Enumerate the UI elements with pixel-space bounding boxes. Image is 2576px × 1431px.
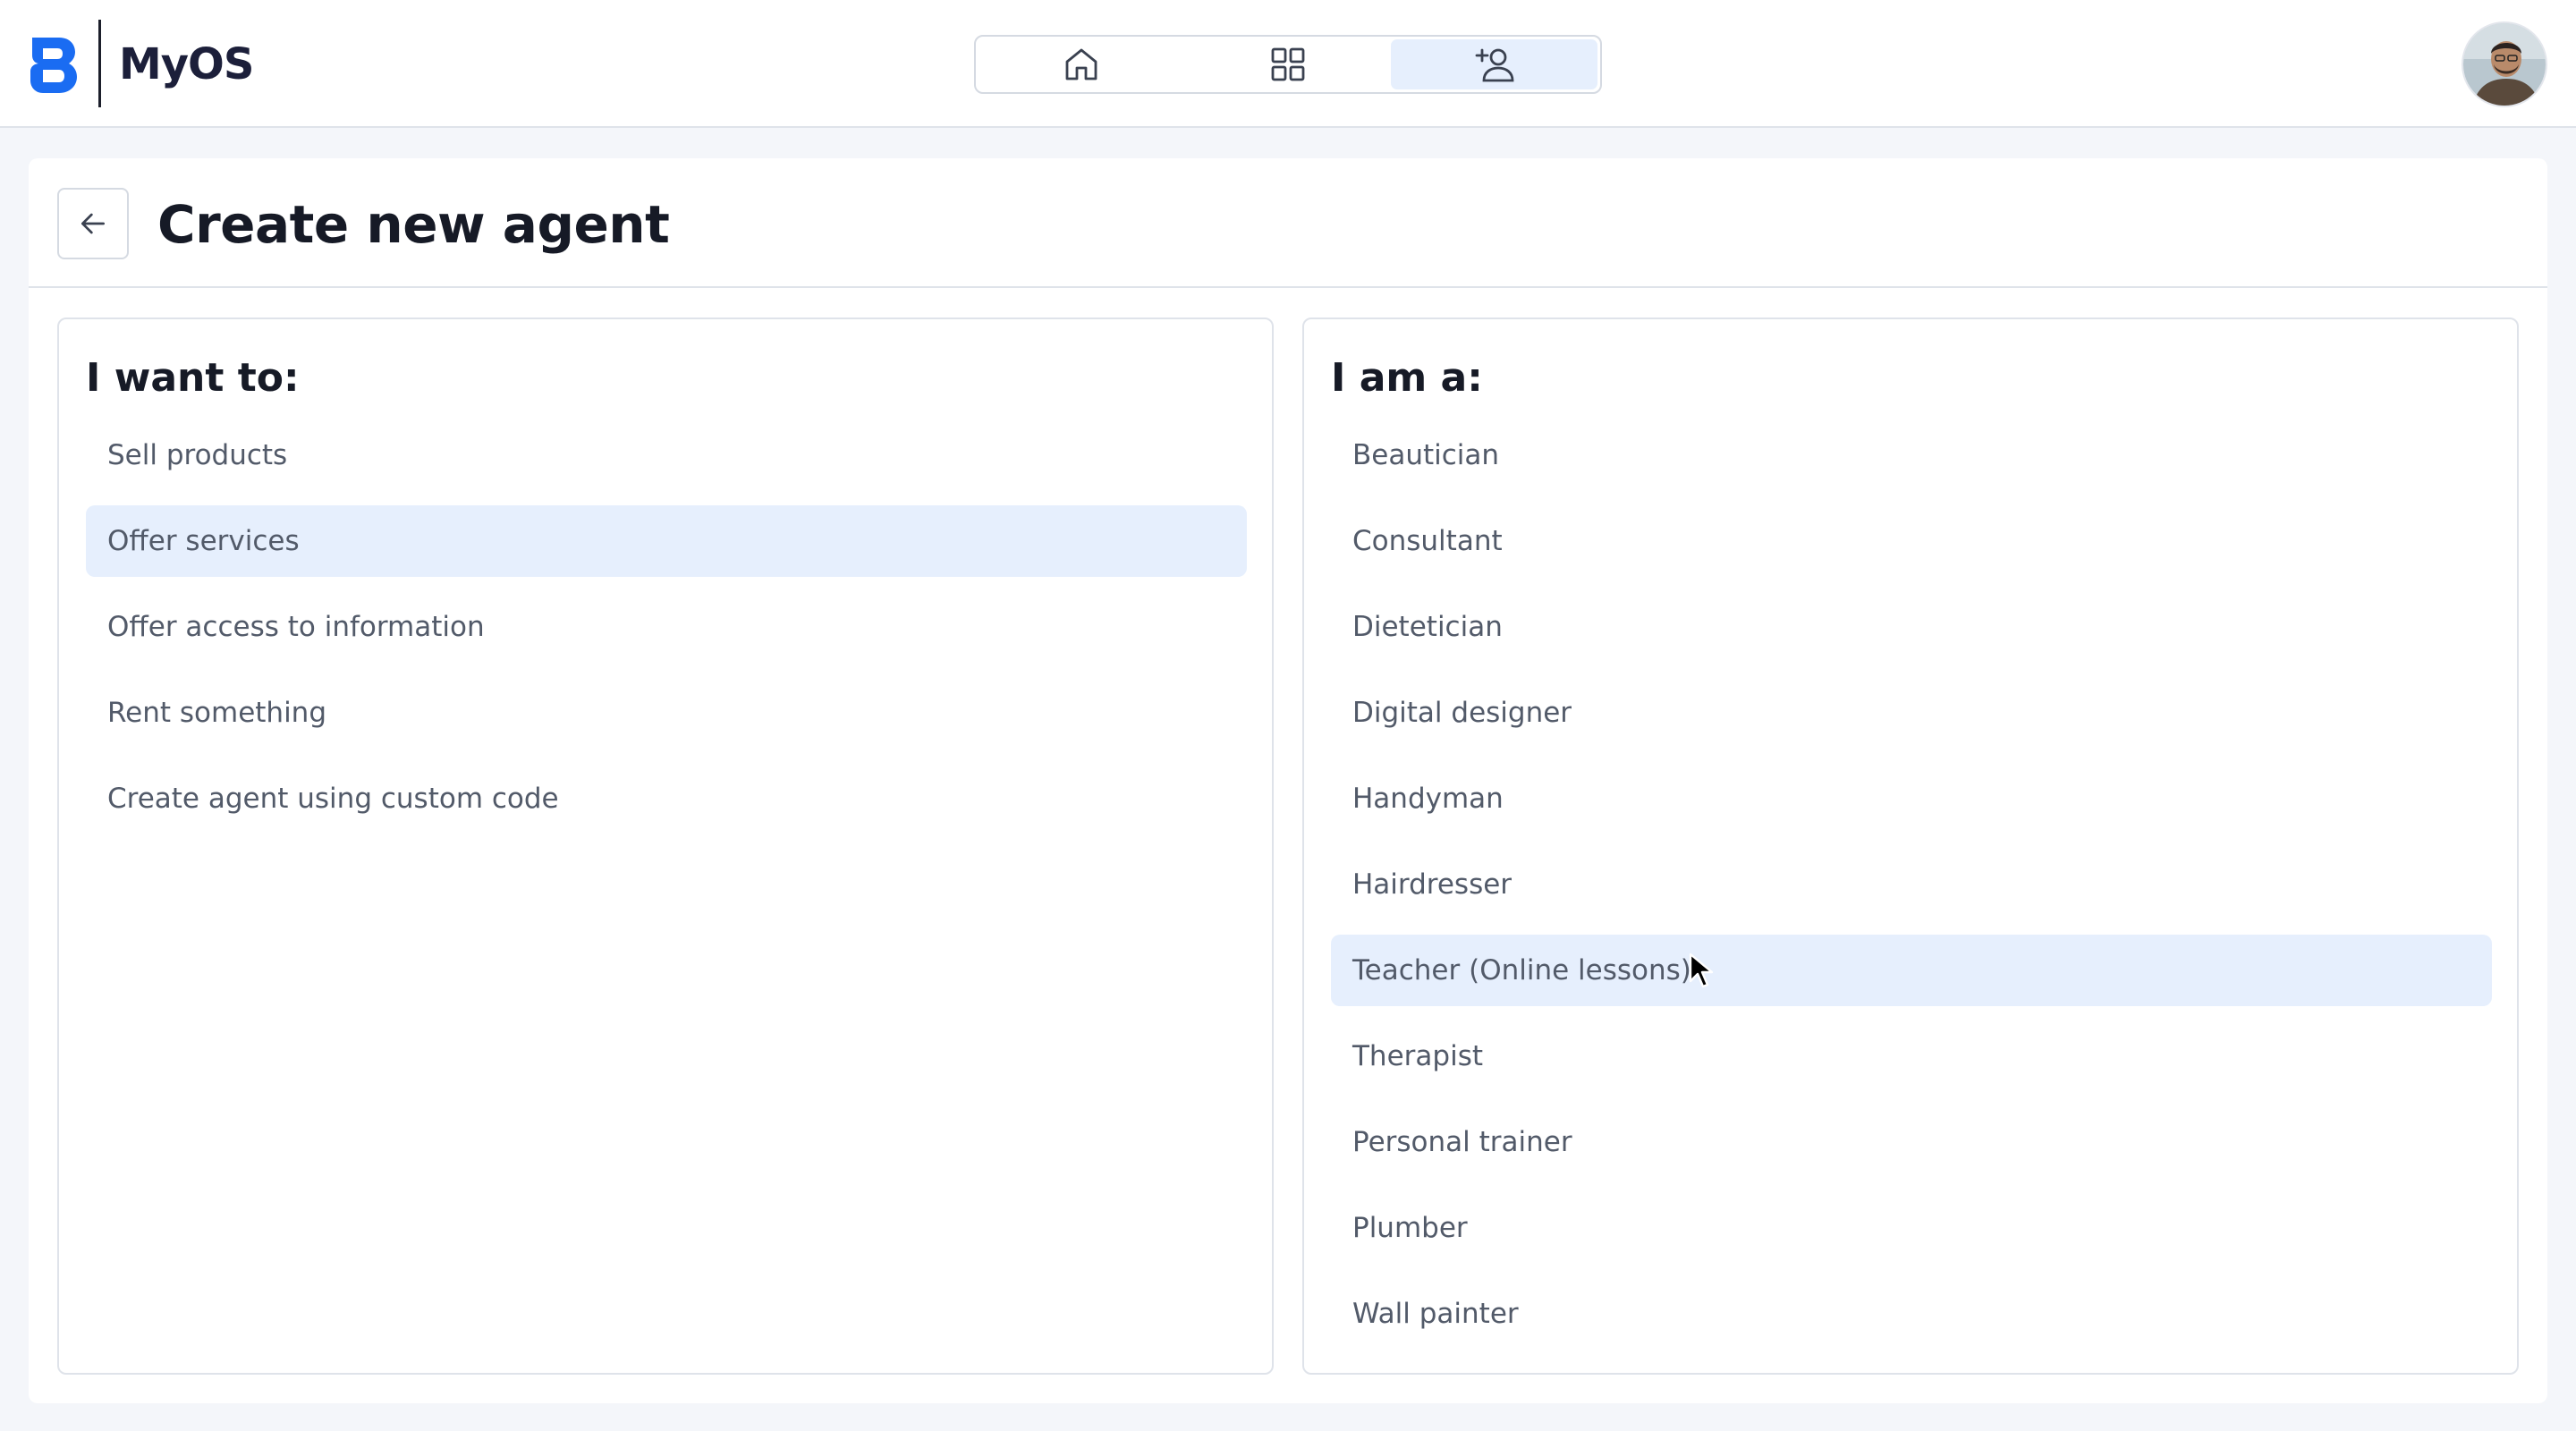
want-to-option[interactable]: Offer access to information: [86, 591, 1247, 663]
i-am-option[interactable]: Wall painter: [1331, 1278, 2492, 1350]
i-am-option[interactable]: Consultant: [1331, 505, 2492, 577]
want-to-heading: I want to:: [86, 355, 300, 401]
i-am-card: I am a: Beautician Consultant Dietetician D…: [1302, 318, 2519, 1375]
mouse-cursor-icon: [1689, 953, 1714, 988]
create-agent-panel: Create new agent I want to: Sell product…: [29, 158, 2547, 1403]
i-am-option[interactable]: Plumber: [1331, 1192, 2492, 1264]
app-name[interactable]: MyOS: [119, 36, 254, 93]
want-to-option[interactable]: Sell products: [86, 419, 1247, 491]
want-to-option[interactable]: Rent something: [86, 677, 1247, 749]
want-to-card: I want to: Sell products Offer services Of…: [57, 318, 1274, 1375]
avatar-image: [2463, 23, 2546, 106]
i-am-option[interactable]: Teacher (Online lessons): [1331, 935, 2492, 1006]
add-user-icon: [1475, 48, 1514, 82]
back-button[interactable]: [57, 188, 129, 259]
nav-apps-button[interactable]: [1185, 39, 1392, 89]
home-icon: [1065, 48, 1097, 80]
i-am-list: Beautician Consultant Dietetician Digital d…: [1331, 419, 2492, 1364]
want-to-option[interactable]: Offer services: [86, 505, 1247, 577]
i-am-option[interactable]: Therapist: [1331, 1020, 2492, 1092]
grid-icon: [1271, 47, 1305, 81]
i-am-option[interactable]: Personal trainer: [1331, 1106, 2492, 1178]
i-am-option[interactable]: Handyman: [1331, 763, 2492, 834]
logo-divider: [98, 20, 101, 107]
page-header: Create new agent: [29, 158, 2547, 288]
i-am-option[interactable]: Dietetician: [1331, 591, 2492, 663]
logo-icon[interactable]: [27, 34, 79, 95]
arrow-left-icon: [81, 213, 105, 234]
i-am-option[interactable]: Digital designer: [1331, 677, 2492, 749]
nav-agents-button[interactable]: [1391, 39, 1598, 89]
want-to-option[interactable]: Create agent using custom code: [86, 763, 1247, 834]
main-nav: [974, 35, 1602, 94]
i-am-option[interactable]: Beautician: [1331, 419, 2492, 491]
user-avatar[interactable]: [2462, 21, 2547, 107]
nav-home-button[interactable]: [979, 39, 1185, 89]
i-am-option[interactable]: Hairdresser: [1331, 849, 2492, 920]
want-to-list: Sell products Offer services Offer access …: [86, 419, 1247, 849]
page-title: Create new agent: [157, 194, 670, 255]
top-bar: MyOS: [0, 0, 2576, 128]
i-am-heading: I am a:: [1331, 355, 1483, 401]
